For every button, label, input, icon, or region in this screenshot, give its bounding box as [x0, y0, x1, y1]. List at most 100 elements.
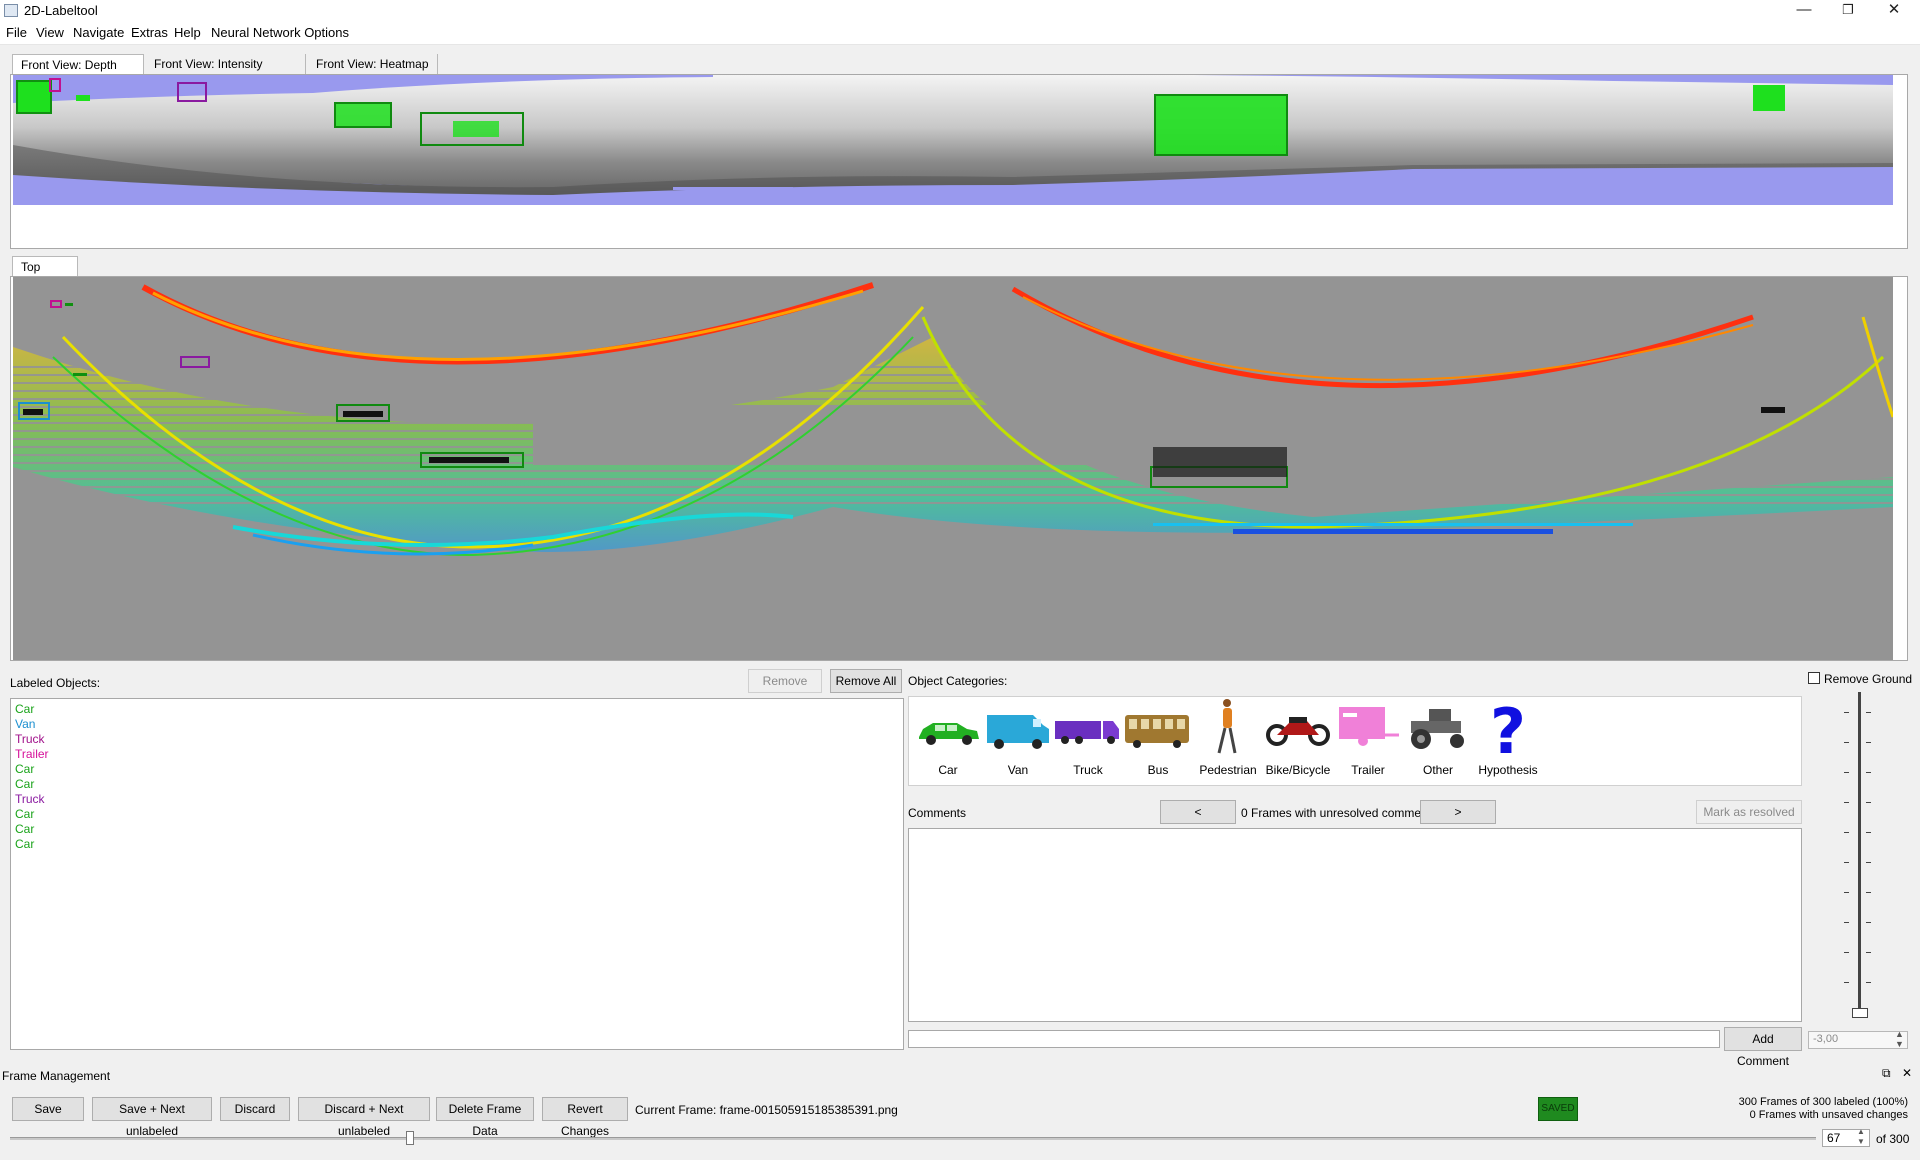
category-car[interactable]: Car: [913, 697, 983, 759]
truck-icon: [1053, 699, 1123, 759]
next-comment-button[interactable]: >: [1420, 800, 1496, 824]
front-view-panel: [10, 74, 1908, 249]
restore-button[interactable]: ❐: [1826, 0, 1870, 22]
mark-resolved-button[interactable]: Mark as resolved: [1696, 800, 1802, 824]
list-item[interactable]: Truck: [15, 732, 899, 747]
comment-input[interactable]: [908, 1030, 1720, 1048]
list-item[interactable]: Van: [15, 717, 899, 732]
frame-total-label: of 300: [1876, 1132, 1909, 1146]
category-van[interactable]: Van: [983, 697, 1053, 759]
prev-comment-button[interactable]: <: [1160, 800, 1236, 824]
tab-heatmap[interactable]: Front View: Heatmap: [308, 54, 438, 74]
category-label: Other: [1403, 763, 1473, 777]
car-icon: [913, 699, 983, 759]
van-icon: [983, 699, 1053, 759]
list-item[interactable]: Car: [15, 762, 899, 777]
minimize-button[interactable]: —: [1782, 0, 1826, 22]
list-item[interactable]: Car: [15, 702, 899, 717]
close-button[interactable]: ✕: [1872, 0, 1916, 22]
tab-intensity-image[interactable]: Front View: Intensity Image: [146, 54, 306, 74]
list-item[interactable]: Truck: [15, 792, 899, 807]
discard-next-unlabeled-button[interactable]: Discard + Next unlabeled: [298, 1097, 430, 1121]
list-item[interactable]: Car: [15, 822, 899, 837]
frame-slider-track: [10, 1137, 1816, 1140]
category-other[interactable]: Other: [1403, 697, 1473, 759]
frame-number-spinbox[interactable]: 67 ▲ ▼: [1822, 1129, 1870, 1147]
front-view-tabs: Front View: Depth Map Front View: Intens…: [12, 54, 432, 76]
menu-navigate[interactable]: Navigate: [73, 25, 124, 40]
top-view-tabs: Top View:: [12, 256, 82, 278]
menu-bar: File View Navigate Extras Help Neural Ne…: [0, 22, 1920, 45]
spinbox-value: -3,00: [1813, 1033, 1838, 1045]
category-label: Van: [983, 763, 1053, 777]
category-label: Car: [913, 763, 983, 777]
depth-map-image[interactable]: [13, 75, 1893, 205]
question-mark-icon: ?: [1473, 697, 1543, 763]
category-trailer[interactable]: Trailer: [1333, 697, 1403, 759]
category-bike[interactable]: Bike/Bicycle: [1263, 697, 1333, 759]
menu-view[interactable]: View: [36, 25, 64, 40]
list-item[interactable]: Car: [15, 777, 899, 792]
spin-down-icon[interactable]: ▼: [1895, 1039, 1904, 1049]
frame-management-title: Frame Management: [2, 1069, 110, 1083]
current-frame-label: Current Frame: frame-001505915185385391.…: [635, 1103, 898, 1117]
object-categories-panel: Car Van Truck Bus: [908, 696, 1802, 786]
category-label: Bike/Bicycle: [1263, 763, 1333, 777]
app-icon: [4, 4, 18, 17]
float-dock-icon[interactable]: ⧉: [1882, 1066, 1891, 1081]
list-item[interactable]: Car: [15, 807, 899, 822]
unresolved-comments-count: 0 Frames with unresolved comments: [1241, 806, 1437, 820]
unsaved-frames-summary: 0 Frames with unsaved changes: [1600, 1109, 1908, 1122]
menu-neural-network-options[interactable]: Neural Network Options: [211, 25, 349, 40]
ground-height-spinbox[interactable]: -3,00 ▲ ▼: [1808, 1031, 1908, 1049]
category-truck[interactable]: Truck: [1053, 697, 1123, 759]
menu-help[interactable]: Help: [174, 25, 201, 40]
delete-frame-data-button[interactable]: Delete Frame Data: [436, 1097, 534, 1121]
frame-slider[interactable]: [10, 1128, 1816, 1148]
tractor-icon: [1403, 699, 1473, 759]
add-comment-button[interactable]: Add Comment: [1724, 1027, 1802, 1051]
remove-ground-label: Remove Ground: [1824, 672, 1912, 686]
frame-spin-down-icon[interactable]: ▼: [1857, 1137, 1865, 1146]
frame-slider-handle[interactable]: [406, 1131, 414, 1145]
ground-height-slider[interactable]: [1840, 692, 1880, 1022]
comments-text-area[interactable]: [908, 828, 1802, 1022]
tab-top-view[interactable]: Top View:: [12, 256, 78, 278]
list-item[interactable]: Car: [15, 837, 899, 852]
slider-handle[interactable]: [1852, 1008, 1868, 1018]
save-button[interactable]: Save: [12, 1097, 84, 1121]
category-label: Bus: [1123, 763, 1193, 777]
list-item[interactable]: Trailer: [15, 747, 899, 762]
revert-changes-button[interactable]: Revert Changes: [542, 1097, 628, 1121]
title-bar: 2D-Labeltool — ❐ ✕: [0, 0, 1920, 22]
top-view-image[interactable]: [13, 277, 1893, 660]
category-bus[interactable]: Bus: [1123, 697, 1193, 759]
saved-status-badge: SAVED: [1538, 1097, 1578, 1121]
remove-all-button[interactable]: Remove All: [830, 669, 902, 693]
frame-number-value: 67: [1827, 1131, 1840, 1145]
menu-extras[interactable]: Extras: [131, 25, 168, 40]
labeled-objects-list[interactable]: Car Van Truck Trailer Car Car Truck Car …: [10, 698, 904, 1050]
category-label: Truck: [1053, 763, 1123, 777]
save-next-unlabeled-button[interactable]: Save + Next unlabeled: [92, 1097, 212, 1121]
discard-button[interactable]: Discard: [220, 1097, 290, 1121]
bus-icon: [1123, 699, 1193, 759]
remove-ground-checkbox[interactable]: [1808, 672, 1820, 684]
category-label: Hypothesis: [1473, 763, 1543, 777]
object-categories-title: Object Categories:: [908, 674, 1007, 688]
spin-up-icon[interactable]: ▲: [1895, 1029, 1904, 1039]
category-label: Trailer: [1333, 763, 1403, 777]
top-view-panel: [10, 276, 1908, 661]
menu-file[interactable]: File: [6, 25, 27, 40]
pedestrian-icon: [1193, 697, 1263, 763]
svg-text:?: ?: [1490, 697, 1526, 763]
category-pedestrian[interactable]: Pedestrian: [1193, 697, 1263, 763]
tab-depth-map[interactable]: Front View: Depth Map: [12, 54, 144, 76]
category-label: Pedestrian: [1193, 763, 1263, 777]
trailer-icon: [1333, 699, 1403, 759]
close-dock-icon[interactable]: ✕: [1902, 1066, 1912, 1080]
category-hypothesis[interactable]: ? Hypothesis: [1473, 697, 1543, 763]
remove-button[interactable]: Remove: [748, 669, 822, 693]
window-title: 2D-Labeltool: [24, 3, 98, 18]
frame-spin-up-icon[interactable]: ▲: [1857, 1127, 1865, 1136]
